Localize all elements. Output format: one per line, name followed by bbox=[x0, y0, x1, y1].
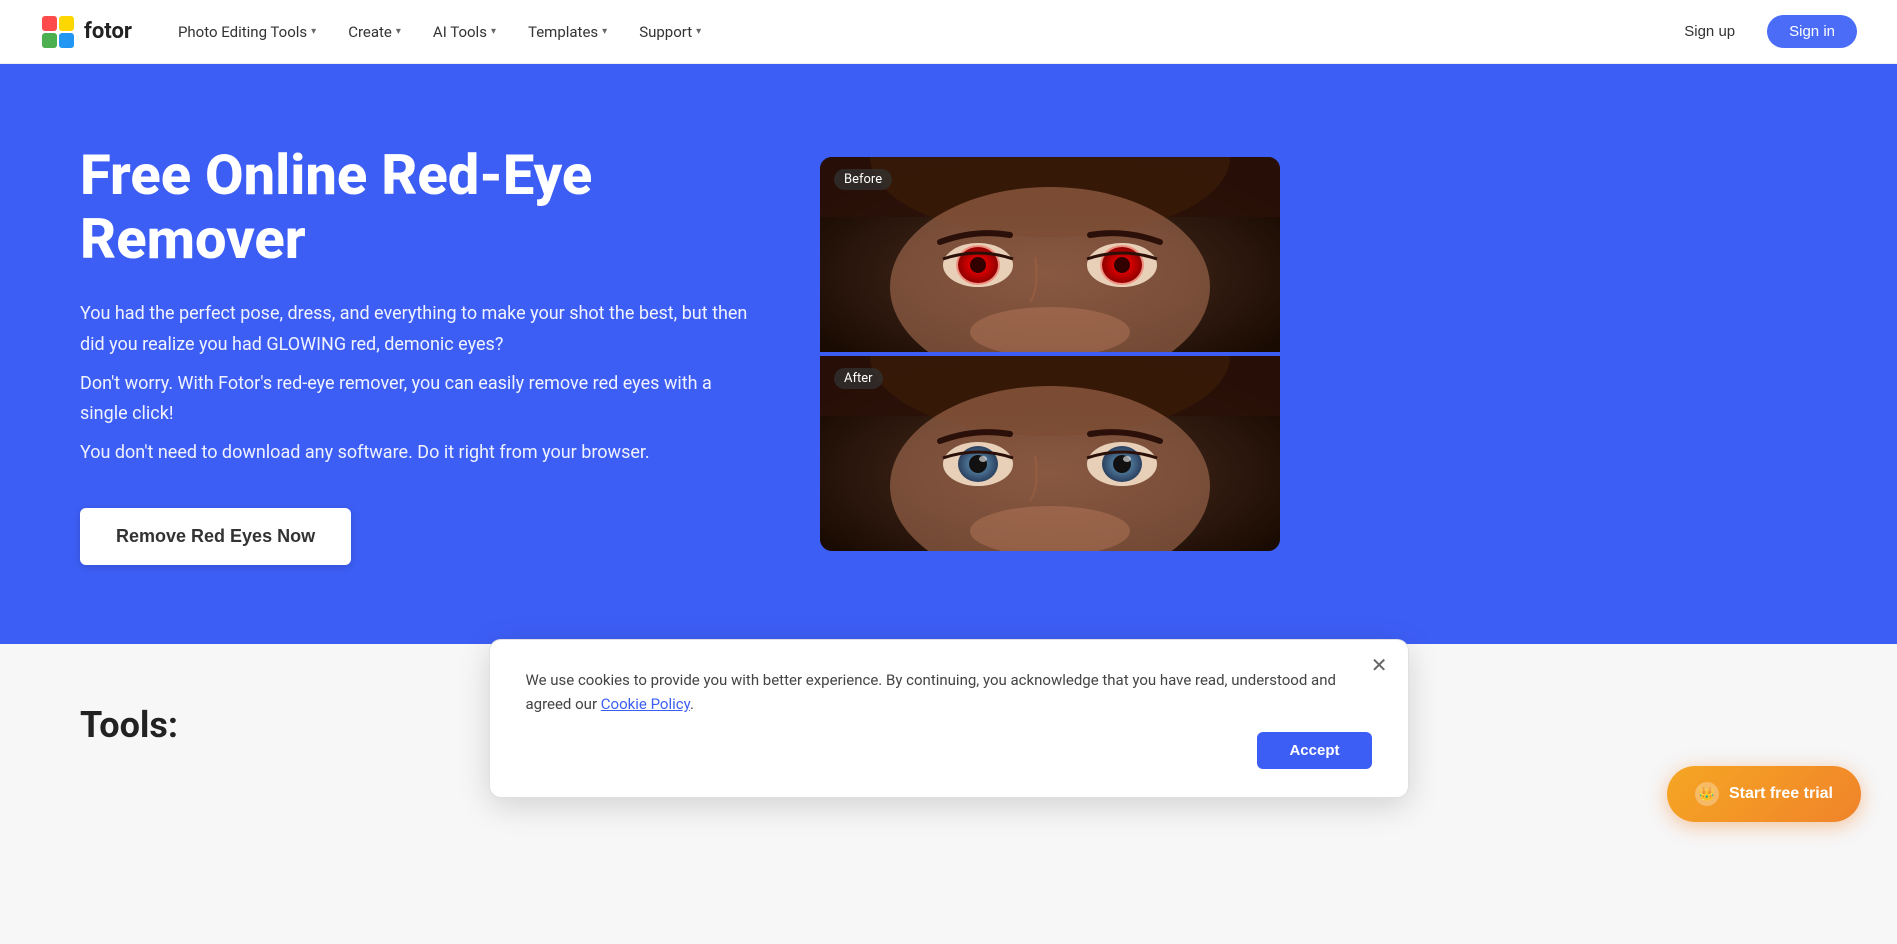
after-image: After bbox=[820, 356, 1280, 551]
nav-templates[interactable]: Templates ▾ bbox=[514, 15, 621, 49]
after-eye-svg bbox=[820, 356, 1280, 551]
cookie-banner: ✕ We use cookies to provide you with bet… bbox=[489, 639, 1409, 798]
cookie-close-button[interactable]: ✕ bbox=[1371, 656, 1388, 676]
chevron-down-icon: ▾ bbox=[491, 26, 496, 37]
cookie-accept-button[interactable]: Accept bbox=[1257, 732, 1371, 769]
navbar: fotor Photo Editing Tools ▾ Create ▾ AI … bbox=[0, 0, 1897, 64]
hero-content: Free Online Red-Eye Remover You had the … bbox=[80, 143, 760, 566]
signin-button[interactable]: Sign in bbox=[1767, 15, 1857, 48]
nav-auth-area: Sign up Sign in bbox=[1664, 15, 1857, 48]
after-label: After bbox=[834, 368, 883, 389]
start-free-trial-button[interactable]: 👑 Start free trial bbox=[1667, 766, 1861, 822]
logo[interactable]: fotor bbox=[40, 14, 132, 50]
nav-ai-tools[interactable]: AI Tools ▾ bbox=[419, 15, 510, 49]
hero-title: Free Online Red-Eye Remover bbox=[80, 143, 760, 272]
before-after-image: Before bbox=[820, 157, 1280, 551]
nav-photo-editing[interactable]: Photo Editing Tools ▾ bbox=[164, 15, 330, 49]
chevron-down-icon: ▾ bbox=[311, 26, 316, 37]
cookie-policy-link[interactable]: Cookie Policy bbox=[601, 695, 690, 713]
before-image: Before bbox=[820, 157, 1280, 352]
crown-icon: 👑 bbox=[1695, 782, 1719, 806]
hero-description: You had the perfect pose, dress, and eve… bbox=[80, 299, 760, 468]
nav-support[interactable]: Support ▾ bbox=[625, 15, 715, 49]
hero-section: Free Online Red-Eye Remover You had the … bbox=[0, 64, 1897, 644]
chevron-down-icon: ▾ bbox=[602, 26, 607, 37]
signup-button[interactable]: Sign up bbox=[1664, 15, 1755, 48]
chevron-down-icon: ▾ bbox=[396, 26, 401, 37]
logo-text: fotor bbox=[84, 19, 132, 44]
remove-red-eyes-button[interactable]: Remove Red Eyes Now bbox=[80, 508, 351, 565]
nav-items: Photo Editing Tools ▾ Create ▾ AI Tools … bbox=[164, 15, 1664, 49]
nav-create[interactable]: Create ▾ bbox=[334, 15, 415, 49]
cookie-actions: Accept bbox=[526, 732, 1372, 769]
chevron-down-icon: ▾ bbox=[696, 26, 701, 37]
cookie-text: We use cookies to provide you with bette… bbox=[526, 668, 1372, 716]
before-label: Before bbox=[834, 169, 892, 190]
fotor-logo-icon bbox=[40, 14, 76, 50]
